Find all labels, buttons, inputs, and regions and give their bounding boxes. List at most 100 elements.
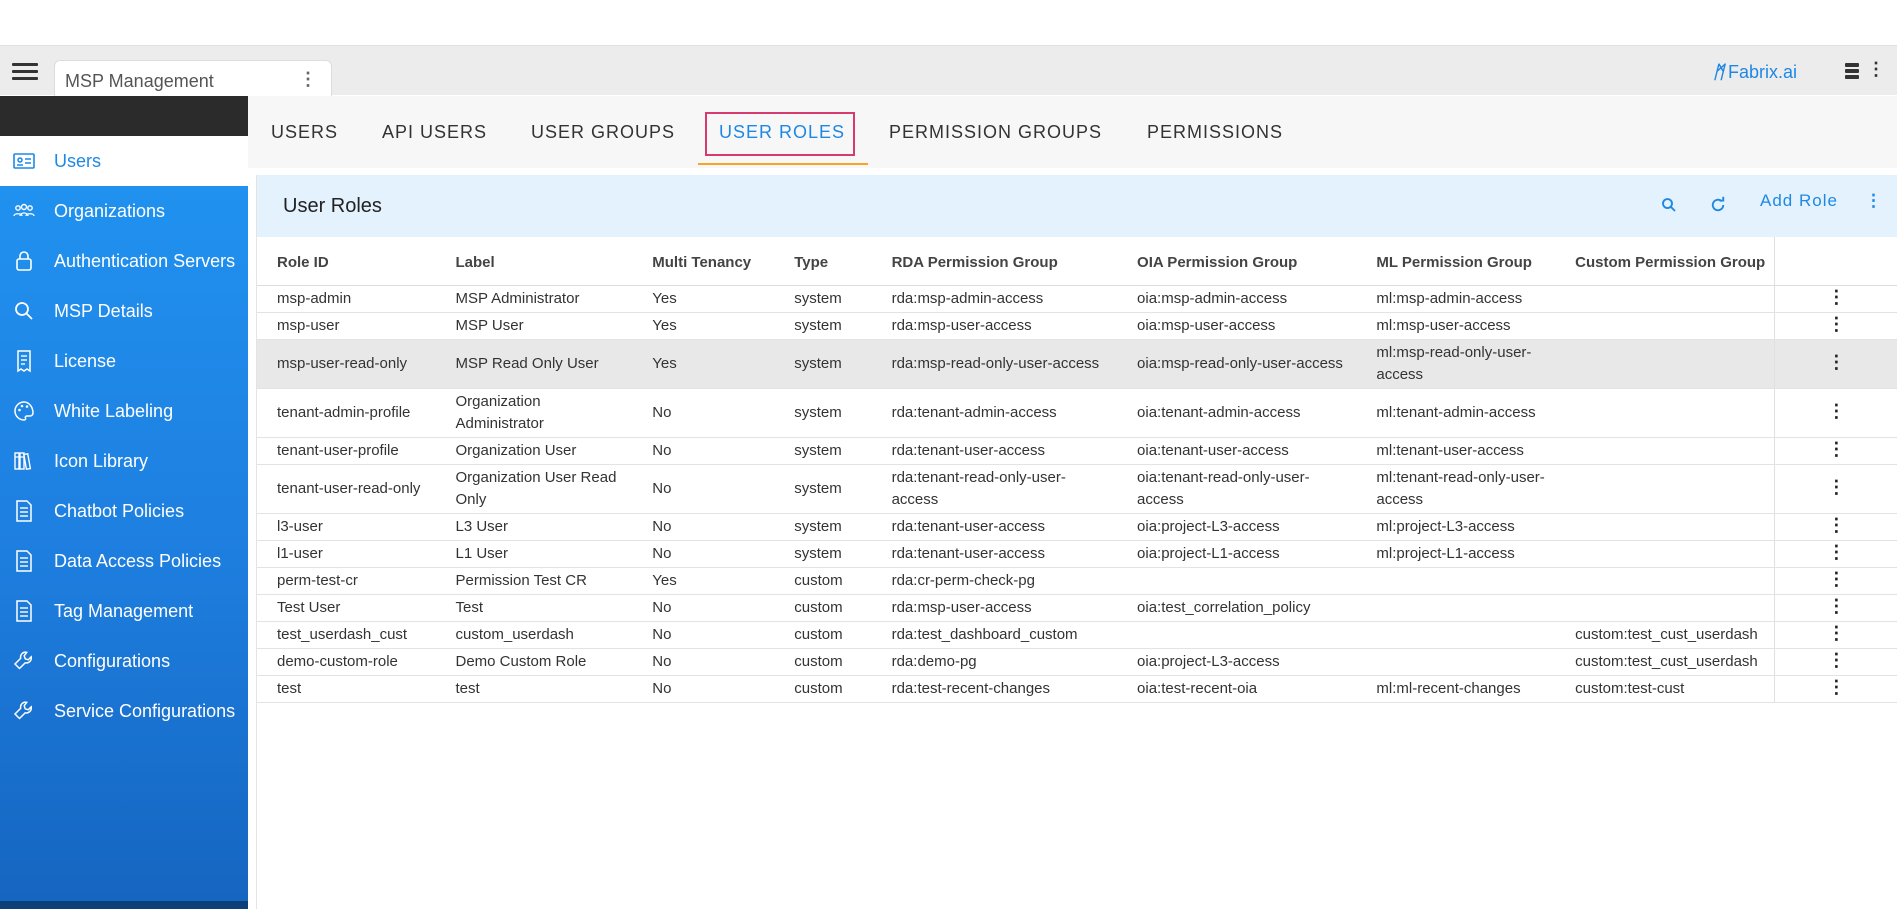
top-kebab-icon[interactable]: ⋮ [1867, 60, 1885, 78]
table-row[interactable]: l1-user L1 User No system rda:tenant-user-ac… [257, 540, 1897, 568]
sidebar-item-chatbot-policies[interactable]: Chatbot Policies [0, 486, 248, 536]
row-actions-cell: ⋮ [1773, 312, 1897, 340]
app-tab[interactable]: MSP Management ⋮ [54, 60, 332, 97]
card-kebab-icon[interactable]: ⋮ [1865, 191, 1883, 211]
table-row[interactable]: Test User Test No custom rda:msp-user-access… [257, 594, 1897, 622]
document-icon [12, 499, 36, 523]
tab-users[interactable]: USERS [271, 96, 338, 168]
sidebar-item-data-access-policies[interactable]: Data Access Policies [0, 536, 248, 586]
sidebar-item-label: Data Access Policies [54, 550, 222, 571]
table-cell: No [632, 675, 775, 703]
table-cell: ml:msp-user-access [1356, 312, 1556, 340]
table-cell: Yes [632, 312, 775, 340]
hamburger-menu-icon[interactable] [12, 63, 38, 81]
table-cell: ml:project-L3-access [1356, 513, 1556, 541]
row-kebab-icon[interactable]: ⋮ [1824, 597, 1848, 615]
table-cell: custom:test_cust_userdash [1555, 621, 1775, 649]
sidebar-item-users[interactable]: Users [0, 136, 248, 186]
sidebar-item-license[interactable]: License [0, 336, 248, 386]
sidebar-item-label: MSP Details [54, 300, 153, 321]
row-kebab-icon[interactable]: ⋮ [1824, 624, 1848, 642]
table-row[interactable]: msp-admin MSP Administrator Yes system rda:m… [257, 285, 1897, 313]
table-row[interactable]: test_userdash_cust custom_userdash No custo… [257, 621, 1897, 649]
table-cell: ml:msp-admin-access [1356, 285, 1556, 313]
table-cell: demo-custom-role [257, 648, 436, 676]
row-kebab-icon[interactable]: ⋮ [1824, 651, 1848, 669]
row-kebab-icon[interactable]: ⋮ [1824, 678, 1848, 696]
sidebar-item-configurations[interactable]: Configurations [0, 636, 248, 686]
sidebar-item-label: Users [54, 150, 102, 171]
table-cell: l1-user [257, 540, 436, 568]
sidebar-item-label: Authentication Servers [54, 250, 236, 271]
table-cell: custom [774, 567, 872, 595]
app-tab-kebab-icon[interactable]: ⋮ [299, 70, 317, 88]
table-row[interactable]: l3-user L3 User No system rda:tenant-user-ac… [257, 513, 1897, 541]
sidebar-item-label: White Labeling [54, 400, 174, 421]
wrench-icon [12, 649, 36, 673]
table-cell: custom_userdash [435, 621, 633, 649]
table-row[interactable]: tenant-user-read-only Organization User R… [257, 464, 1897, 514]
table-cell: test_userdash_cust [257, 621, 436, 649]
sidebar-item-tag-management[interactable]: Tag Management [0, 586, 248, 636]
row-actions-cell: ⋮ [1773, 513, 1897, 541]
table-row[interactable]: perm-test-cr Permission Test CR Yes custom r… [257, 567, 1897, 595]
sidebar-item-msp-details[interactable]: MSP Details [0, 286, 248, 336]
table-cell: ml:ml-recent-changes [1356, 675, 1556, 703]
tab-api-users[interactable]: API USERS [382, 96, 487, 168]
table-cell: tenant-user-profile [257, 437, 436, 465]
row-kebab-icon[interactable]: ⋮ [1824, 543, 1848, 561]
table-row[interactable]: msp-user MSP User Yes system rda:msp-user-ac… [257, 312, 1897, 340]
tab-permissions[interactable]: PERMISSIONS [1147, 96, 1283, 168]
database-icon[interactable] [1845, 63, 1859, 79]
table-cell: system [774, 513, 872, 541]
table-row[interactable]: tenant-user-profile Organization User No sy… [257, 437, 1897, 465]
table-cell: No [632, 648, 775, 676]
row-kebab-icon[interactable]: ⋮ [1824, 288, 1848, 306]
table-cell: oia:tenant-user-access [1117, 437, 1357, 465]
table-row[interactable]: msp-user-read-only MSP Read Only User Yes s… [257, 339, 1897, 389]
row-kebab-icon[interactable]: ⋮ [1824, 516, 1848, 534]
column-header: Type [774, 237, 872, 286]
table-cell: tenant-user-read-only [257, 464, 436, 514]
tab-permission-groups[interactable]: PERMISSION GROUPS [889, 96, 1102, 168]
table-cell: Organization Administrator [435, 388, 633, 438]
refresh-icon[interactable] [1709, 196, 1727, 214]
table-cell: custom:test-cust [1555, 675, 1775, 703]
table-cell: No [632, 464, 775, 514]
tab-user-roles[interactable]: USER ROLES [719, 96, 845, 168]
table-cell: Test User [257, 594, 436, 622]
tab-user-groups[interactable]: USER GROUPS [531, 96, 675, 168]
sidebar-item-label: Icon Library [54, 450, 149, 471]
table-row[interactable]: tenant-admin-profile Organization Adminis… [257, 388, 1897, 438]
row-kebab-icon[interactable]: ⋮ [1824, 440, 1848, 458]
sidebar: Users Organizations Authentication Servers… [0, 96, 248, 909]
sidebar-item-white-labeling[interactable]: White Labeling [0, 386, 248, 436]
row-kebab-icon[interactable]: ⋮ [1824, 353, 1848, 371]
row-actions-cell: ⋮ [1773, 594, 1897, 622]
row-actions-cell: ⋮ [1773, 648, 1897, 676]
sidebar-item-organizations[interactable]: Organizations [0, 186, 248, 236]
row-kebab-icon[interactable]: ⋮ [1824, 315, 1848, 333]
table-cell: rda:tenant-read-only-user-access [871, 464, 1118, 514]
row-kebab-icon[interactable]: ⋮ [1824, 402, 1848, 420]
table-cell: rda:msp-user-access [871, 594, 1118, 622]
table-cell: system [774, 312, 872, 340]
sidebar-item-icon-library[interactable]: Icon Library [0, 436, 248, 486]
table-cell: Organization User [435, 437, 633, 465]
table-cell: custom [774, 675, 872, 703]
sidebar-item-service-configurations[interactable]: Service Configurations [0, 686, 248, 736]
table-cell [1555, 540, 1775, 568]
row-kebab-icon[interactable]: ⋮ [1824, 570, 1848, 588]
search-icon[interactable] [1660, 196, 1678, 214]
sidebar-item-authentication-servers[interactable]: Authentication Servers [0, 236, 248, 286]
table-row[interactable]: test test No custom rda:test-recent-changes o… [257, 675, 1897, 703]
document-icon [12, 549, 36, 573]
row-kebab-icon[interactable]: ⋮ [1824, 478, 1848, 496]
table-row[interactable]: demo-custom-role Demo Custom Role No custom… [257, 648, 1897, 676]
receipt-icon [12, 349, 36, 373]
table-cell: Organization User Read Only [435, 464, 633, 514]
table-cell [1356, 621, 1556, 649]
table-cell: oia:project-L3-access [1117, 648, 1357, 676]
add-role-button[interactable]: Add Role [1760, 191, 1838, 211]
table-cell [1555, 437, 1775, 465]
